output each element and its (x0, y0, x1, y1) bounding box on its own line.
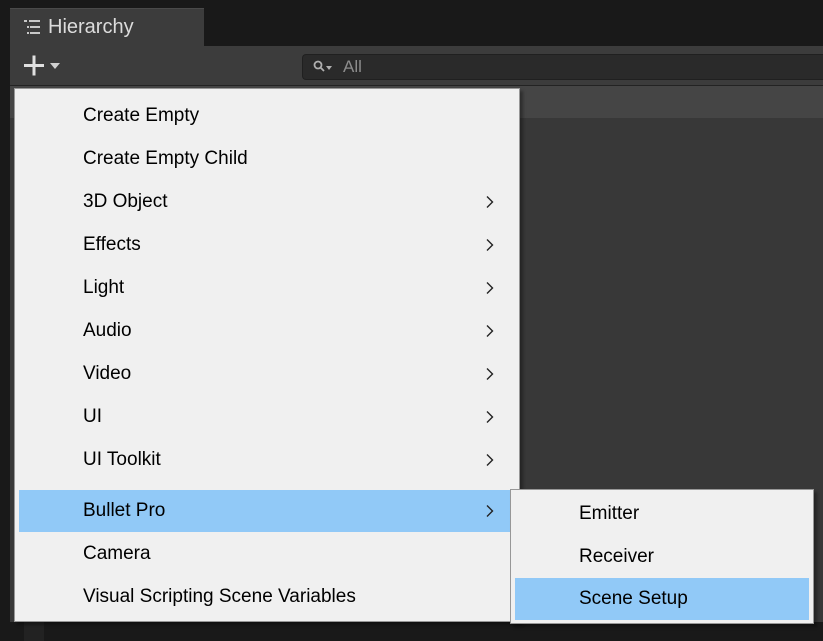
chevron-right-icon (486, 239, 494, 251)
menu-item-video[interactable]: Video (19, 353, 515, 395)
chevron-right-icon (486, 505, 494, 517)
unity-editor-window: Hierarchy All Create Empty Create Empty (0, 0, 823, 641)
menu-item-label: Emitter (579, 503, 640, 524)
menu-item-label: Create Empty Child (83, 148, 248, 169)
menu-item-label: Video (83, 363, 132, 384)
menu-item-label: Bullet Pro (83, 500, 166, 521)
menu-item-ui[interactable]: UI (19, 396, 515, 438)
menu-item-label: Camera (83, 543, 151, 564)
tab-title: Hierarchy (48, 16, 134, 38)
menu-item-label: 3D Object (83, 191, 168, 212)
menu-item-create-empty-child[interactable]: Create Empty Child (19, 138, 515, 180)
list-icon (24, 20, 40, 34)
menu-item-light[interactable]: Light (19, 267, 515, 309)
plus-dropdown-icon[interactable] (20, 52, 70, 80)
chevron-right-icon (486, 411, 494, 423)
tab-strip: Hierarchy (0, 0, 823, 46)
chevron-right-icon (486, 368, 494, 380)
menu-item-receiver[interactable]: Receiver (515, 536, 809, 578)
menu-item-ui-toolkit[interactable]: UI Toolkit (19, 439, 515, 481)
menu-item-audio[interactable]: Audio (19, 310, 515, 352)
menu-item-label: UI (83, 406, 102, 427)
hierarchy-toolbar: All (10, 46, 823, 86)
left-edge (0, 0, 10, 641)
bullet-pro-submenu: Emitter Receiver Scene Setup (510, 489, 814, 624)
menu-item-visual-scripting-scene-variables[interactable]: Visual Scripting Scene Variables (19, 576, 515, 618)
panel-corner (24, 622, 44, 641)
menu-item-label: Audio (83, 320, 132, 341)
search-input[interactable]: All (302, 54, 823, 80)
menu-item-label: Visual Scripting Scene Variables (83, 586, 356, 607)
menu-item-label: Effects (83, 234, 141, 255)
search-filter-icon (313, 60, 332, 72)
chevron-right-icon (486, 196, 494, 208)
menu-item-label: UI Toolkit (83, 449, 161, 470)
menu-item-scene-setup[interactable]: Scene Setup (515, 578, 809, 620)
menu-item-create-empty[interactable]: Create Empty (19, 95, 515, 137)
menu-item-label: Scene Setup (579, 588, 688, 609)
menu-item-3d-object[interactable]: 3D Object (19, 181, 515, 223)
bottom-edge (0, 622, 823, 641)
menu-item-label: Light (83, 277, 125, 298)
search-placeholder: All (343, 57, 362, 76)
chevron-right-icon (486, 325, 494, 337)
menu-item-label: Create Empty (83, 105, 200, 126)
menu-item-camera[interactable]: Camera (19, 533, 515, 575)
chevron-right-icon (486, 282, 494, 294)
chevron-right-icon (486, 454, 494, 466)
menu-item-label: Receiver (579, 546, 654, 567)
tab-hierarchy[interactable]: Hierarchy (10, 8, 204, 46)
menu-item-bullet-pro[interactable]: Bullet Pro (19, 490, 515, 532)
menu-item-emitter[interactable]: Emitter (515, 493, 809, 535)
create-context-menu: Create Empty Create Empty Child 3D Objec… (14, 88, 520, 622)
menu-item-effects[interactable]: Effects (19, 224, 515, 266)
